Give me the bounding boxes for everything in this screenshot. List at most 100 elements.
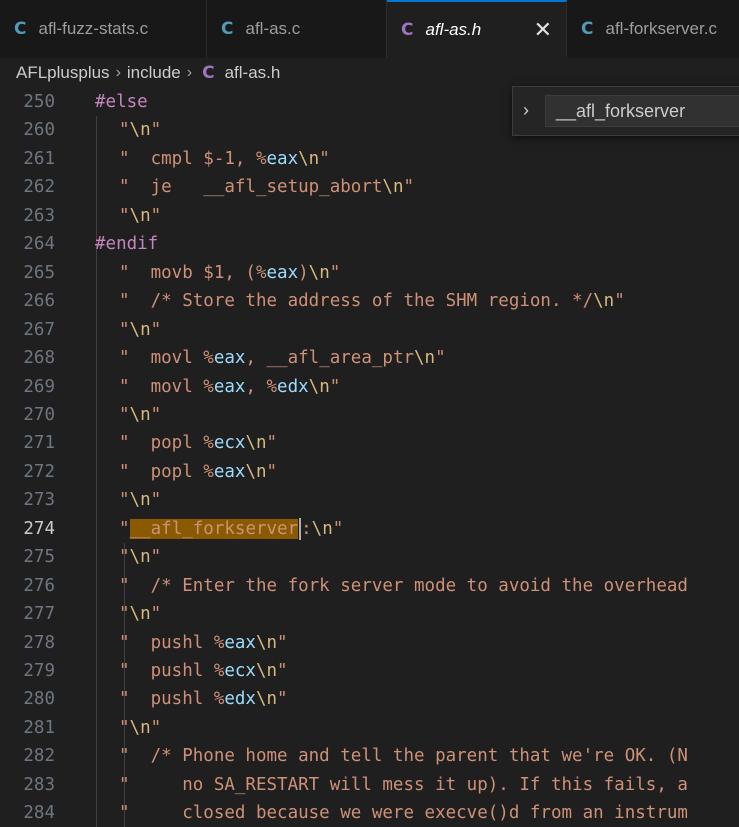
close-icon[interactable]: ✕ [534, 16, 552, 44]
line-number: 263 [23, 205, 55, 226]
code-text: " movl %eax, __afl_area_ptr\n" [119, 348, 446, 369]
code-text: " cmpl $-1, %eax\n" [119, 148, 330, 169]
code-text: " pushl %ecx\n" [119, 661, 288, 681]
code-text: "\n" [119, 717, 162, 738]
code-line[interactable]: 279 " pushl %ecx\n" [0, 657, 739, 685]
breadcrumb-folder[interactable]: include [127, 63, 181, 83]
code-text: "\n" [119, 120, 162, 141]
tab-afl-forkserver[interactable]: C afl-forkserver.c [567, 0, 739, 58]
line-number: 273 [23, 490, 55, 511]
line-number: 260 [23, 120, 55, 141]
line-number: 271 [23, 433, 55, 454]
code-line[interactable]: 270 "\n" [0, 401, 739, 429]
c-file-icon: C [581, 19, 594, 39]
editor-tab-bar: C afl-fuzz-stats.c C afl-as.c C afl-as.h… [0, 0, 739, 58]
line-number: 272 [23, 461, 55, 482]
code-text: " movb $1, (%eax)\n" [119, 262, 341, 283]
code-text: " pushl %edx\n" [119, 689, 288, 710]
breadcrumb-root[interactable]: AFLplusplus [16, 63, 110, 83]
line-number: 278 [23, 632, 55, 653]
code-line[interactable]: 266 " /* Store the address of the SHM reg… [0, 287, 739, 315]
code-text: "\n" [119, 604, 162, 625]
tab-label: afl-fuzz-stats.c [38, 19, 149, 38]
code-text: #else [95, 92, 148, 112]
line-number: 267 [23, 319, 55, 340]
line-number: 265 [23, 262, 55, 283]
code-line[interactable]: 272 " popl %eax\n" [0, 458, 739, 486]
c-header-icon: C [401, 20, 414, 40]
tab-afl-as-h[interactable]: C afl-as.h ✕ [387, 0, 567, 58]
code-line[interactable]: 262 " je __afl_setup_abort\n" [0, 173, 739, 201]
code-text: " closed because we were execve()d from … [119, 803, 688, 824]
chevron-right-icon: › [186, 64, 193, 81]
code-line[interactable]: 263 "\n" [0, 202, 739, 230]
code-text: " /* Enter the fork server mode to avoid… [119, 575, 688, 596]
code-line[interactable]: 271 " popl %ecx\n" [0, 429, 739, 457]
code-line[interactable]: 265 " movb $1, (%eax)\n" [0, 259, 739, 287]
chevron-right-icon: › [115, 64, 121, 81]
code-text: " no SA_RESTART will mess it up). If thi… [119, 774, 688, 795]
code-line[interactable]: 283 " no SA_RESTART will mess it up). If … [0, 771, 739, 799]
code-line[interactable]: 280 " pushl %edx\n" [0, 685, 739, 713]
line-number: 269 [23, 376, 55, 397]
line-number: 270 [23, 404, 55, 425]
code-text: " popl %eax\n" [119, 461, 278, 482]
line-number: 274 [23, 518, 55, 539]
line-number: 275 [23, 547, 55, 568]
code-line[interactable]: 276 " /* Enter the fork server mode to av… [0, 572, 739, 600]
line-number: 277 [23, 604, 55, 625]
line-number: 261 [23, 148, 55, 169]
line-number: 268 [23, 348, 55, 369]
code-line[interactable]: 264 #endif [0, 230, 739, 258]
tab-label: afl-forkserver.c [605, 19, 717, 38]
line-number: 250 [23, 92, 55, 112]
code-line[interactable]: 261 " cmpl $-1, %eax\n" [0, 145, 739, 173]
find-input[interactable]: __afl_forkserver [545, 95, 739, 127]
c-file-icon: C [14, 19, 27, 39]
tab-afl-fuzz-stats[interactable]: C afl-fuzz-stats.c [0, 0, 207, 58]
code-line[interactable]: 281 "\n" [0, 714, 739, 742]
code-text: " je __afl_setup_abort\n" [119, 177, 415, 198]
line-number: 264 [23, 234, 55, 255]
code-line[interactable]: 282 " /* Phone home and tell the parent t… [0, 742, 739, 770]
code-line[interactable]: 273 "\n" [0, 486, 739, 514]
code-text: "\n" [119, 205, 162, 226]
code-text: " /* Store the address of the SHM region… [119, 291, 625, 312]
breadcrumb: AFLplusplus › include › C afl-as.h [0, 58, 739, 88]
line-number: 266 [23, 291, 55, 312]
line-number: 262 [23, 177, 55, 198]
code-text: "__afl_forkserver:\n" [119, 517, 344, 540]
line-number: 284 [23, 803, 55, 824]
tab-afl-as-c[interactable]: C afl-as.c [207, 0, 387, 58]
code-text: #endif [95, 234, 159, 255]
text-cursor [299, 517, 302, 540]
code-line[interactable]: 275 "\n" [0, 543, 739, 571]
code-text: " pushl %eax\n" [119, 632, 288, 653]
code-text: "\n" [119, 490, 162, 511]
find-widget[interactable]: › __afl_forkserver [512, 86, 739, 136]
tab-label: afl-as.c [245, 19, 301, 38]
code-line[interactable]: 284 " closed because we were execve()d fr… [0, 799, 739, 827]
line-number: 276 [23, 575, 55, 596]
code-text: "\n" [119, 547, 162, 568]
search-match-highlight: __afl_forkserver [129, 518, 299, 539]
code-text: " movl %eax, %edx\n" [119, 376, 341, 397]
chevron-right-icon[interactable]: › [523, 100, 529, 121]
code-line[interactable]: 274 "__afl_forkserver:\n" [0, 515, 739, 543]
code-line[interactable]: 267 "\n" [0, 316, 739, 344]
code-line[interactable]: 278 " pushl %eax\n" [0, 629, 739, 657]
line-number: 279 [23, 661, 55, 681]
code-text: " popl %ecx\n" [119, 433, 278, 454]
code-line[interactable]: 268 " movl %eax, __afl_area_ptr\n" [0, 344, 739, 372]
breadcrumb-file[interactable]: afl-as.h [225, 63, 281, 83]
code-line[interactable]: 277 "\n" [0, 600, 739, 628]
code-text: " /* Phone home and tell the parent that… [119, 746, 688, 767]
line-number: 281 [23, 717, 55, 738]
c-file-icon: C [221, 19, 234, 39]
code-line[interactable]: 269 " movl %eax, %edx\n" [0, 373, 739, 401]
c-header-icon: C [202, 63, 215, 83]
code-text: "\n" [119, 404, 162, 425]
tab-label: afl-as.h [425, 20, 482, 39]
code-editor[interactable]: 250 #else 260 "\n" 261 " cmpl $-1, %eax\n" 262… [0, 88, 739, 827]
line-number: 283 [23, 774, 55, 795]
